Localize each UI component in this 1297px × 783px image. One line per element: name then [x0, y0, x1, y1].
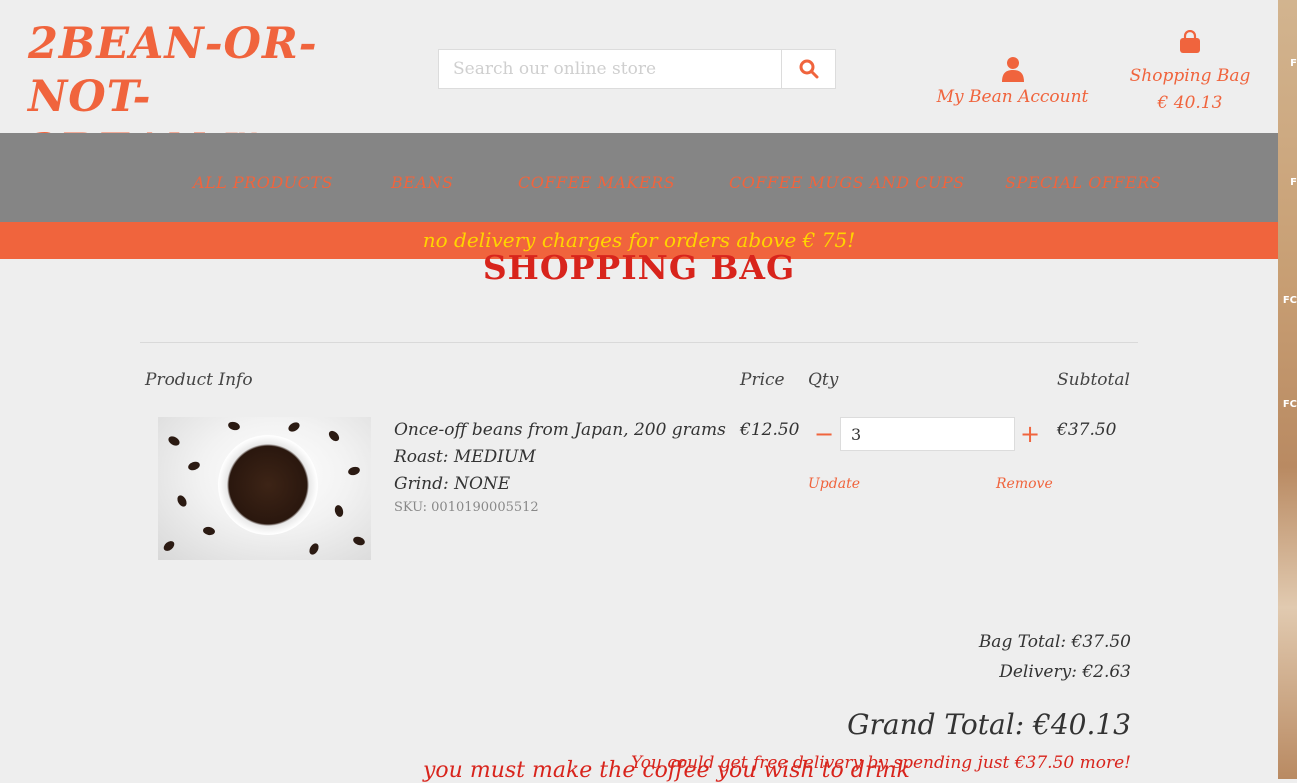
header-subtotal: Subtotal — [1057, 370, 1130, 390]
strip-letter: F — [1290, 177, 1297, 188]
search-bar — [438, 49, 836, 89]
bean-graphic — [186, 460, 202, 472]
nav-beans[interactable]: BEANS — [391, 173, 453, 192]
qty-decrement-button[interactable]: − — [810, 418, 838, 450]
bean-graphic — [333, 504, 345, 518]
bag-total: Bag Total: €37.50 — [978, 632, 1131, 652]
nav-special-offers[interactable]: SPECIAL OFFERS — [1005, 173, 1161, 192]
product-subtotal: €37.50 — [1057, 420, 1117, 440]
nav-coffee-makers[interactable]: COFFEE MAKERS — [518, 173, 675, 192]
delivery-cost: Delivery: €2.63 — [999, 662, 1131, 682]
strip-letter: FC — [1282, 295, 1297, 306]
user-icon — [1001, 57, 1024, 82]
coffee-bowl-graphic — [218, 435, 318, 535]
search-button[interactable] — [781, 49, 836, 89]
search-input[interactable] — [438, 49, 782, 89]
header-product-info: Product Info — [145, 370, 253, 390]
search-icon — [799, 59, 819, 79]
bean-graphic — [202, 526, 216, 536]
table-top-divider — [140, 342, 1138, 343]
product-image — [158, 417, 371, 560]
product-roast: Roast: MEDIUM — [394, 447, 536, 467]
product-price: €12.50 — [740, 420, 800, 440]
strip-letter: FC — [1282, 399, 1297, 410]
free-delivery-message: You could get free delivery by spending … — [631, 753, 1131, 773]
account-label: My Bean Account — [936, 87, 1089, 107]
shopping-bag-link[interactable]: Shopping Bag € 40.13 — [1125, 29, 1255, 117]
account-link[interactable]: My Bean Account — [935, 56, 1090, 107]
shopping-bag-icon — [1180, 29, 1200, 53]
bean-graphic — [326, 428, 342, 444]
page-title: SHOPPING BAG — [482, 248, 796, 287]
qty-increment-button[interactable]: + — [1016, 418, 1044, 450]
bean-graphic — [227, 420, 241, 432]
bean-graphic — [351, 535, 367, 547]
shopping-bag-label: Shopping Bag — [1129, 66, 1251, 86]
strip-letter: F — [1290, 58, 1297, 69]
product-sku: SKU: 0010190005512 — [394, 500, 539, 515]
header-price: Price — [740, 370, 785, 390]
side-image-strip: F F FC FC — [1278, 0, 1297, 779]
product-name: Once-off beans from Japan, 200 grams — [394, 420, 726, 440]
nav-coffee-mugs-and-cups[interactable]: COFFEE MUGS AND CUPS — [729, 173, 965, 192]
brand-logo-line1: 2BEAN-OR-NOT- — [28, 19, 318, 122]
remove-link[interactable]: Remove — [996, 476, 1053, 492]
bean-graphic — [161, 539, 177, 553]
update-link[interactable]: Update — [808, 476, 860, 492]
bean-graphic — [286, 420, 302, 434]
grand-total: Grand Total: €40.13 — [847, 708, 1131, 741]
page: 2BEAN-OR-NOT- 2BEAN ™ My Bean Account Sh… — [0, 0, 1278, 783]
shopping-bag-total: € 40.13 — [1157, 93, 1223, 113]
nav-all-products[interactable]: ALL PRODUCTS — [193, 173, 333, 192]
product-grind: Grind: NONE — [394, 474, 511, 494]
bean-graphic — [166, 434, 182, 448]
bean-graphic — [307, 541, 321, 557]
qty-input[interactable] — [840, 417, 1015, 451]
header-qty: Qty — [808, 370, 839, 390]
main-nav: ALL PRODUCTS BEANS COFFEE MAKERS COFFEE … — [0, 133, 1278, 222]
bean-graphic — [175, 493, 189, 509]
bean-graphic — [347, 465, 361, 477]
